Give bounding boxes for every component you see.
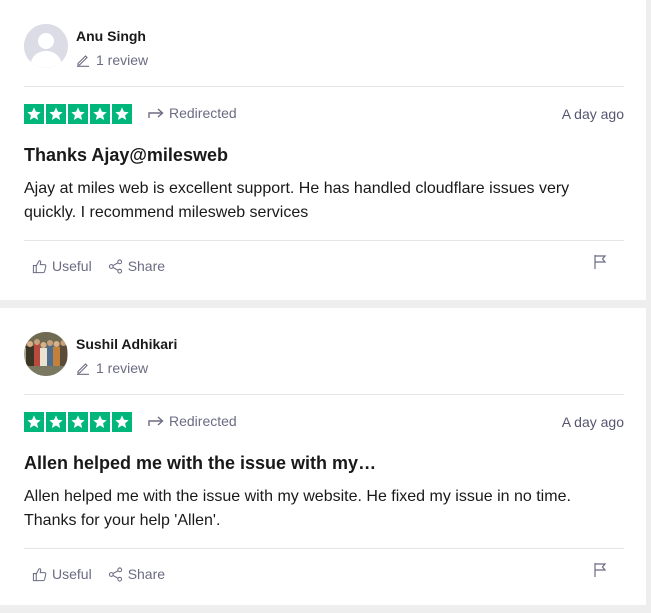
star-icon (68, 104, 88, 124)
avatar[interactable] (24, 332, 68, 376)
share-icon (108, 566, 122, 582)
pencil-icon (77, 55, 89, 67)
share-button[interactable]: Share (108, 258, 165, 274)
avatar-placeholder-icon (24, 24, 68, 68)
review-title[interactable]: Thanks Ajay@milesweb (24, 145, 228, 166)
star-icon (68, 412, 88, 432)
report-button[interactable] (593, 254, 607, 270)
review-count: 1 review (76, 52, 148, 68)
star-icon (112, 412, 132, 432)
redirected-text: Redirected (169, 413, 237, 429)
flag-icon (594, 563, 607, 577)
flag-icon (594, 255, 607, 269)
thumbs-up-icon (32, 259, 47, 273)
review-date: A day ago (561, 106, 624, 122)
review-count: 1 review (76, 360, 148, 376)
star-icon (24, 412, 44, 432)
star-icon (112, 104, 132, 124)
redirect-arrow-icon (148, 108, 164, 118)
redirect-arrow-icon (148, 416, 164, 426)
star-icon (46, 412, 66, 432)
review-count-label: 1 review (96, 52, 149, 68)
star-icon (46, 104, 66, 124)
redirected-label[interactable]: Redirected (148, 413, 237, 429)
pencil-icon (77, 363, 89, 375)
star-icon (24, 104, 44, 124)
useful-button[interactable]: Useful (32, 258, 92, 274)
share-label: Share (127, 566, 166, 582)
share-label: Share (127, 258, 166, 274)
avatar-photo (24, 332, 68, 376)
avatar[interactable] (24, 24, 68, 68)
review-count-label: 1 review (96, 360, 149, 376)
star-rating (24, 412, 132, 432)
reviewer-name[interactable]: Sushil Adhikari (76, 336, 177, 352)
review-actions: Useful Share (32, 258, 165, 274)
redirected-text: Redirected (169, 105, 237, 121)
review-card: Sushil Adhikari 1 review Redirected A da… (0, 308, 646, 605)
divider (24, 394, 624, 395)
divider (24, 86, 624, 87)
reviewer-name[interactable]: Anu Singh (76, 28, 146, 44)
divider (24, 240, 624, 241)
divider (24, 548, 624, 549)
review-date: A day ago (561, 414, 624, 430)
useful-label: Useful (52, 566, 92, 582)
report-button[interactable] (593, 562, 607, 578)
review-actions: Useful Share (32, 566, 165, 582)
useful-button[interactable]: Useful (32, 566, 92, 582)
star-icon (90, 104, 110, 124)
review-title[interactable]: Allen helped me with the issue with my… (24, 453, 376, 474)
review-body: Allen helped me with the issue with my w… (24, 488, 571, 529)
review-card: Anu Singh 1 review Redirected A day ago … (0, 0, 646, 300)
share-button[interactable]: Share (108, 566, 165, 582)
review-body: Ajay at miles web is excellent support. … (24, 180, 570, 221)
share-icon (108, 258, 122, 274)
star-rating (24, 104, 132, 124)
thumbs-up-icon (32, 567, 47, 581)
useful-label: Useful (52, 258, 92, 274)
redirected-label[interactable]: Redirected (148, 105, 237, 121)
star-icon (90, 412, 110, 432)
